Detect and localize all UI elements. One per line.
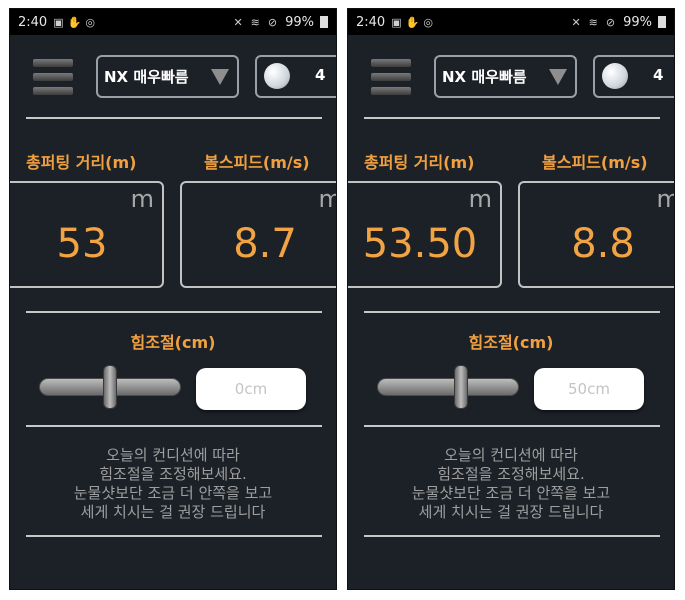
speed-label: 볼스피드(m/s) [542,153,648,172]
golf-ball-icon [264,63,290,89]
wifi-icon: ≋ [250,15,260,29]
speed-value: 8.7 [233,221,297,267]
battery-percent: 99% [285,14,314,30]
advice-line: 눈물샷보단 조금 더 안쪽을 보고 [73,484,273,502]
menu-icon-bar [33,59,73,67]
power-slider-thumb[interactable] [453,365,468,409]
golf-ball-icon [602,63,628,89]
gallery-icon: ▣ [391,15,402,29]
divider [26,535,322,537]
battery-icon [320,16,328,28]
ball-select[interactable]: 4 [593,55,674,98]
advice-line: 힘조절을 조정해보세요. [99,465,247,483]
phone-screen-before: 2:40 ▣ ✋ ◎ ✕ ≋ ⊘ 99% NX 매우빠름 4 총퍼팅 거리(m)… [9,8,337,590]
distance-unit: m [130,185,154,213]
menu-button[interactable] [33,59,73,97]
distance-display: m 53.50 [348,181,502,288]
advice-line: 세게 치시는 걸 권장 드립니다 [418,503,604,521]
power-adjust-field[interactable]: 50cm [534,368,644,410]
status-bar: 2:40 ▣ ✋ ◎ ✕ ≋ ⊘ 99% [10,9,336,35]
menu-icon-bar [33,73,73,81]
menu-button[interactable] [371,59,411,97]
advice-line: 힘조절을 조정해보세요. [437,465,585,483]
speed-label: 볼스피드(m/s) [204,153,310,172]
power-slider-thumb[interactable] [103,365,117,409]
divider [26,117,322,119]
hand-icon: ✋ [405,15,420,29]
menu-icon-bar [371,87,411,95]
mute-icon: ✕ [571,15,581,29]
advice-text: 오늘의 컨디션에 따라 힘조절을 조정해보세요. 눈물샷보단 조금 더 안쪽을 … [10,446,336,522]
advice-text: 오늘의 컨디션에 따라 힘조절을 조정해보세요. 눈물샷보단 조금 더 안쪽을 … [348,446,674,522]
speed-value: 8.8 [571,221,635,267]
dnd-icon: ⊘ [267,15,278,29]
status-bar: 2:40 ▣ ✋ ◎ ✕ ≋ ⊘ 99% [348,9,674,35]
power-adjust-label: 힘조절(cm) [468,333,554,352]
battery-percent: 99% [623,14,652,30]
advice-line: 눈물샷보단 조금 더 안쪽을 보고 [411,484,611,502]
power-adjust-label: 힘조절(cm) [130,333,216,352]
speed-unit: m/ [657,185,674,213]
dropdown-arrow-icon [549,69,567,85]
mute-icon: ✕ [233,15,243,29]
advice-line: 오늘의 컨디션에 따라 [106,446,240,464]
distance-value: 53.50 [362,221,478,267]
ball-number: 4 [653,66,664,84]
divider [364,425,660,427]
distance-unit: m [468,185,492,213]
speed-unit: m/ [319,185,336,213]
advice-line: 세게 치시는 걸 권장 드립니다 [80,503,266,521]
wifi-icon: ≋ [588,15,598,29]
ball-select[interactable]: 4 [255,55,336,98]
divider [364,535,660,537]
speed-mode-value: NX 매우빠름 [442,68,527,86]
distance-label: 총퍼팅 거리(m) [26,153,137,172]
distance-value: 53 [56,221,108,267]
status-time: 2:40 [18,14,48,30]
divider [26,311,322,313]
battery-icon [658,16,666,28]
distance-display: m 53 [10,181,164,288]
menu-icon-bar [371,73,411,81]
gallery-icon: ▣ [53,15,64,29]
phone-screen-after: 2:40 ▣ ✋ ◎ ✕ ≋ ⊘ 99% NX 매우빠름 4 총퍼팅 거리(m)… [347,8,675,590]
check-circle-icon: ◎ [85,15,95,29]
check-circle-icon: ◎ [423,15,433,29]
divider [364,117,660,119]
ball-number: 4 [315,66,326,84]
speed-display: m/ 8.8 [518,181,674,288]
divider [364,311,660,313]
dropdown-arrow-icon [211,69,229,85]
power-slider-track[interactable] [377,378,519,396]
advice-line: 오늘의 컨디션에 따라 [444,446,578,464]
status-time: 2:40 [356,14,386,30]
power-adjust-field[interactable]: 0cm [196,368,306,410]
menu-icon-bar [371,59,411,67]
hand-icon: ✋ [67,15,82,29]
dnd-icon: ⊘ [605,15,616,29]
divider [26,425,322,427]
speed-display: m/ 8.7 [180,181,336,288]
distance-label: 총퍼팅 거리(m) [364,153,475,172]
speed-mode-value: NX 매우빠름 [104,68,189,86]
speed-mode-select[interactable]: NX 매우빠름 [434,55,577,98]
speed-mode-select[interactable]: NX 매우빠름 [96,55,239,98]
menu-icon-bar [33,87,73,95]
